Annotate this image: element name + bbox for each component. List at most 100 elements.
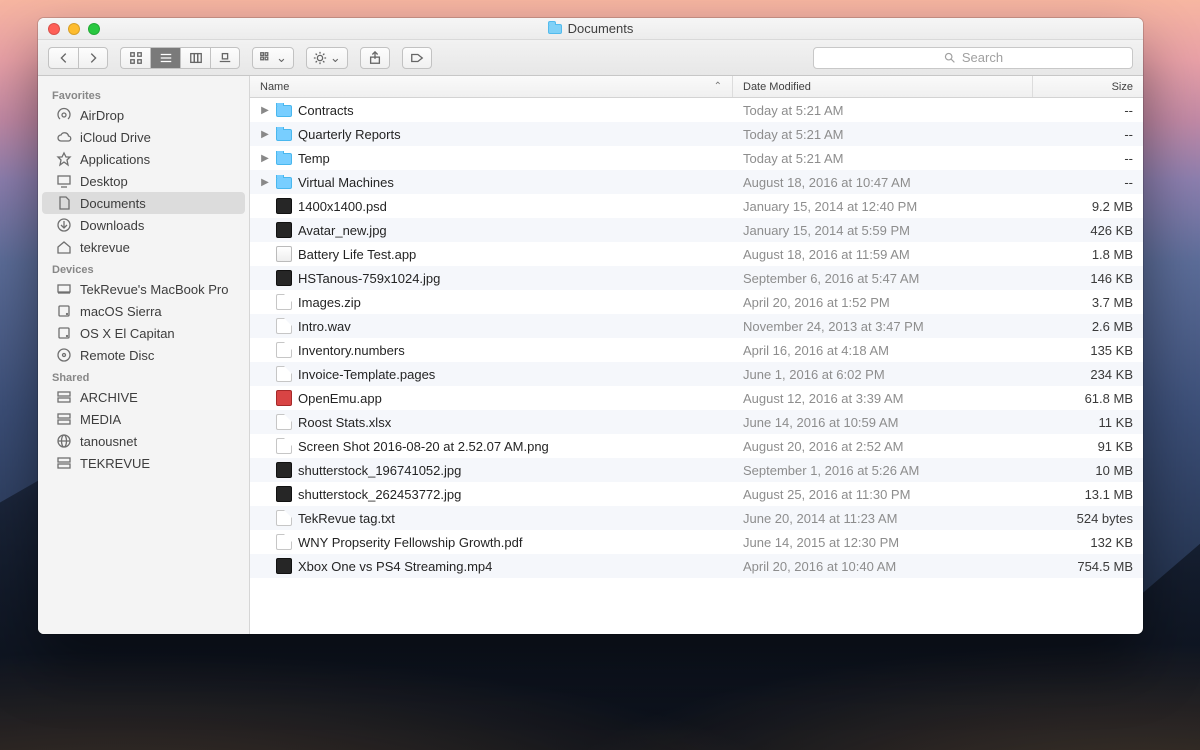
file-icon [276, 342, 292, 358]
sidebar-item[interactable]: AirDrop [42, 104, 245, 126]
file-size: 3.7 MB [1033, 295, 1143, 310]
file-row[interactable]: ▶Quarterly ReportsToday at 5:21 AM-- [250, 122, 1143, 146]
window-close-button[interactable] [48, 23, 60, 35]
file-row[interactable]: Invoice-Template.pagesJune 1, 2016 at 6:… [250, 362, 1143, 386]
sidebar-item[interactable]: Remote Disc [42, 344, 245, 366]
file-icon [276, 246, 292, 262]
forward-button[interactable] [78, 47, 108, 69]
sidebar-item-label: tekrevue [80, 240, 130, 255]
file-date: August 20, 2016 at 2:52 AM [733, 439, 1033, 454]
column-header-size[interactable]: Size [1033, 76, 1143, 97]
file-name: Battery Life Test.app [298, 247, 416, 262]
downloads-icon [56, 217, 72, 233]
arrange-button[interactable]: ⌄ [252, 47, 294, 69]
file-name: 1400x1400.psd [298, 199, 387, 214]
cloud-icon [56, 129, 72, 145]
sidebar-item-label: Remote Disc [80, 348, 154, 363]
file-row[interactable]: TekRevue tag.txtJune 20, 2014 at 11:23 A… [250, 506, 1143, 530]
file-row[interactable]: WNY Propserity Fellowship Growth.pdfJune… [250, 530, 1143, 554]
file-icon [276, 462, 292, 478]
file-row[interactable]: ▶TempToday at 5:21 AM-- [250, 146, 1143, 170]
file-row[interactable]: Battery Life Test.app August 18, 2016 at … [250, 242, 1143, 266]
sidebar-item[interactable]: tanousnet [42, 430, 245, 452]
file-date: Today at 5:21 AM [733, 151, 1033, 166]
file-size: 146 KB [1033, 271, 1143, 286]
file-date: August 12, 2016 at 3:39 AM [733, 391, 1033, 406]
sidebar-item[interactable]: macOS Sierra [42, 300, 245, 322]
window-minimize-button[interactable] [68, 23, 80, 35]
file-icon [276, 414, 292, 430]
icon-view-button[interactable] [120, 47, 150, 69]
sidebar-section-title: Devices [38, 258, 249, 278]
file-row[interactable]: shutterstock_262453772.jpgAugust 25, 201… [250, 482, 1143, 506]
file-size: 13.1 MB [1033, 487, 1143, 502]
toolbar: ⌄ ⌄ Search [38, 40, 1143, 76]
sidebar-item[interactable]: Documents [42, 192, 245, 214]
file-row[interactable]: Avatar_new.jpgJanuary 15, 2014 at 5:59 P… [250, 218, 1143, 242]
file-icon [276, 222, 292, 238]
sidebar-item-label: Documents [80, 196, 146, 211]
disclosure-triangle-icon[interactable]: ▶ [260, 177, 270, 188]
window-zoom-button[interactable] [88, 23, 100, 35]
folder-icon [276, 129, 292, 141]
file-row[interactable]: shutterstock_196741052.jpgSeptember 1, 2… [250, 458, 1143, 482]
sidebar-item[interactable]: ARCHIVE [42, 386, 245, 408]
coverflow-view-button[interactable] [210, 47, 240, 69]
file-row[interactable]: Intro.wavNovember 24, 2013 at 3:47 PM2.6… [250, 314, 1143, 338]
list-view-button[interactable] [150, 47, 180, 69]
disclosure-triangle-icon[interactable]: ▶ [260, 105, 270, 116]
file-size: 135 KB [1033, 343, 1143, 358]
file-size: 11 KB [1033, 415, 1143, 430]
sidebar-item[interactable]: Downloads [42, 214, 245, 236]
sidebar-item[interactable]: MEDIA [42, 408, 245, 430]
sidebar-item[interactable]: Applications [42, 148, 245, 170]
disclosure-triangle-icon[interactable]: ▶ [260, 129, 270, 140]
file-name: Images.zip [298, 295, 361, 310]
search-input[interactable]: Search [813, 47, 1133, 69]
server-icon [56, 455, 72, 471]
file-date: Today at 5:21 AM [733, 103, 1033, 118]
traffic-lights [48, 23, 100, 35]
sidebar-item-label: Downloads [80, 218, 144, 233]
share-button[interactable] [360, 47, 390, 69]
file-date: August 25, 2016 at 11:30 PM [733, 487, 1033, 502]
file-row[interactable]: Xbox One vs PS4 Streaming.mp4April 20, 2… [250, 554, 1143, 578]
file-icon [276, 438, 292, 454]
file-row[interactable]: 1400x1400.psdJanuary 15, 2014 at 12:40 P… [250, 194, 1143, 218]
sidebar-item-label: iCloud Drive [80, 130, 151, 145]
file-row[interactable]: HSTanous-759x1024.jpgSeptember 6, 2016 a… [250, 266, 1143, 290]
sidebar-section-title: Shared [38, 366, 249, 386]
window-title: Documents [548, 21, 634, 36]
file-name: Xbox One vs PS4 Streaming.mp4 [298, 559, 492, 574]
file-icon [276, 318, 292, 334]
column-header-date[interactable]: Date Modified [733, 76, 1033, 97]
column-view-button[interactable] [180, 47, 210, 69]
file-row[interactable]: OpenEmu.appAugust 12, 2016 at 3:39 AM61.… [250, 386, 1143, 410]
view-mode-buttons [120, 47, 240, 69]
sidebar-item[interactable]: OS X El Capitan [42, 322, 245, 344]
file-row[interactable]: Images.zipApril 20, 2016 at 1:52 PM3.7 M… [250, 290, 1143, 314]
tags-button[interactable] [402, 47, 432, 69]
file-row[interactable]: ▶ContractsToday at 5:21 AM-- [250, 98, 1143, 122]
file-name: Virtual Machines [298, 175, 394, 190]
file-row[interactable]: Inventory.numbersApril 16, 2016 at 4:18 … [250, 338, 1143, 362]
sidebar-item[interactable]: iCloud Drive [42, 126, 245, 148]
file-name: Inventory.numbers [298, 343, 405, 358]
file-name: Roost Stats.xlsx [298, 415, 391, 430]
disclosure-triangle-icon[interactable]: ▶ [260, 153, 270, 164]
file-icon [276, 270, 292, 286]
file-date: Today at 5:21 AM [733, 127, 1033, 142]
file-row[interactable]: ▶Virtual MachinesAugust 18, 2016 at 10:4… [250, 170, 1143, 194]
back-button[interactable] [48, 47, 78, 69]
action-button[interactable]: ⌄ [306, 47, 348, 69]
file-row[interactable]: Roost Stats.xlsxJune 14, 2016 at 10:59 A… [250, 410, 1143, 434]
column-header-name[interactable]: Name ⌃ [250, 76, 733, 97]
file-icon [276, 486, 292, 502]
file-row[interactable]: Screen Shot 2016-08-20 at 2.52.07 AM.png… [250, 434, 1143, 458]
sidebar-item[interactable]: TEKREVUE [42, 452, 245, 474]
file-date: August 18, 2016 at 11:59 AM [733, 247, 1033, 262]
sidebar-item[interactable]: TekRevue's MacBook Pro [42, 278, 245, 300]
sidebar-item[interactable]: tekrevue [42, 236, 245, 258]
sidebar-item[interactable]: Desktop [42, 170, 245, 192]
file-rows[interactable]: ▶ContractsToday at 5:21 AM--▶Quarterly R… [250, 98, 1143, 634]
